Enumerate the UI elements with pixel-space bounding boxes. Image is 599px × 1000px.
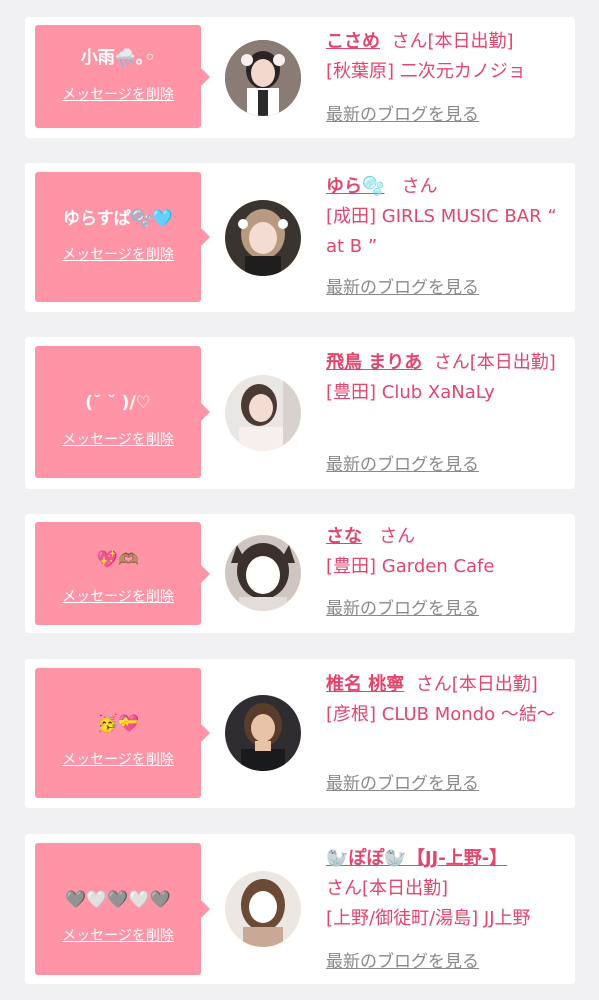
honorific: さん bbox=[415, 674, 452, 695]
honorific: さん bbox=[379, 526, 416, 547]
avatar-image bbox=[225, 200, 301, 276]
honorific: さん bbox=[326, 878, 362, 899]
cast-info: こさめ さん[本日出勤] [秋葉原] 二次元カノジョ bbox=[326, 27, 566, 87]
shop-name: [彦根] CLUB Mondo 〜結〜 bbox=[326, 704, 555, 725]
message-card: ゆらすぱ🫧🩵 メッセージを削除 ゆら🫧 さん [成田] GIRLS MUSIC … bbox=[25, 163, 575, 312]
avatar-image bbox=[225, 535, 301, 611]
avatar[interactable] bbox=[225, 695, 301, 771]
cast-name-link[interactable]: こさめ bbox=[326, 31, 380, 52]
shop-name: [豊田] Club XaNaLy bbox=[326, 382, 495, 403]
message-bubble: 小雨🌧️｡◦ メッセージを削除 bbox=[35, 25, 210, 128]
on-duty-badge: [本日出勤] bbox=[451, 674, 538, 695]
message-text: ゆらすぱ🫧🩵 bbox=[63, 209, 173, 229]
cast-info: 飛鳥 まりあ さん[本日出勤] [豊田] Club XaNaLy bbox=[326, 348, 566, 408]
cast-info: 🦭ぽぽ🦭【JJ-上野-】 さん[本日出勤] [上野/御徒町/湯島] JJ上野 bbox=[326, 844, 566, 934]
cast-info: 椎名 桃寧 さん[本日出勤] [彦根] CLUB Mondo 〜結〜 bbox=[326, 670, 566, 730]
message-card: 🥳💝 メッセージを削除 椎名 桃寧 さん[本日出勤] [彦根] CLUB Mon… bbox=[25, 659, 575, 808]
avatar[interactable] bbox=[225, 200, 301, 276]
cast-name-link[interactable]: さな bbox=[326, 526, 362, 547]
message-text: 🩶🤍🩶🤍🩶 bbox=[65, 890, 171, 910]
shop-name: [成田] GIRLS MUSIC BAR “ at B ” bbox=[326, 206, 557, 257]
latest-blog-link[interactable]: 最新のブログを見る bbox=[326, 951, 479, 973]
message-bubble: 🥳💝 メッセージを削除 bbox=[35, 668, 210, 798]
message-bubble: ゆらすぱ🫧🩵 メッセージを削除 bbox=[35, 172, 210, 302]
cast-name-link[interactable]: 椎名 桃寧 bbox=[326, 674, 404, 695]
message-text: 🥳💝 bbox=[96, 714, 140, 734]
cast-name-link[interactable]: ゆら🫧 bbox=[326, 176, 384, 197]
message-bubble: 🩶🤍🩶🤍🩶 メッセージを削除 bbox=[35, 843, 210, 975]
cast-name-link[interactable]: 飛鳥 まりあ bbox=[326, 352, 422, 373]
message-text: 小雨🌧️｡◦ bbox=[80, 48, 156, 68]
message-bubble: (˘ ˘ )/♡ メッセージを削除 bbox=[35, 346, 210, 478]
message-card: 💖🫶🏽 メッセージを削除 さな さん [豊田] Garden Cafe 最新のブ… bbox=[25, 514, 575, 633]
latest-blog-link[interactable]: 最新のブログを見る bbox=[326, 454, 479, 476]
message-card: 🩶🤍🩶🤍🩶 メッセージを削除 🦭ぽぽ🦭【JJ-上野-】 さん[本日出勤] [上野… bbox=[25, 834, 575, 984]
delete-message-link[interactable]: メッセージを削除 bbox=[35, 86, 201, 104]
avatar-image bbox=[225, 695, 301, 771]
latest-blog-link[interactable]: 最新のブログを見る bbox=[326, 773, 479, 795]
on-duty-badge: [本日出勤] bbox=[362, 878, 449, 899]
message-card: 小雨🌧️｡◦ メッセージを削除 こさめ さん[本日出勤] [秋葉原] 二次元カノ… bbox=[25, 17, 575, 138]
avatar-image bbox=[225, 40, 301, 116]
latest-blog-link[interactable]: 最新のブログを見る bbox=[326, 104, 479, 126]
delete-message-link[interactable]: メッセージを削除 bbox=[35, 246, 201, 264]
delete-message-link[interactable]: メッセージを削除 bbox=[35, 588, 201, 606]
avatar-image bbox=[225, 375, 301, 451]
latest-blog-link[interactable]: 最新のブログを見る bbox=[326, 598, 479, 620]
delete-message-link[interactable]: メッセージを削除 bbox=[35, 927, 201, 945]
avatar[interactable] bbox=[225, 871, 301, 947]
cast-info: ゆら🫧 さん [成田] GIRLS MUSIC BAR “ at B ” bbox=[326, 172, 566, 262]
cast-info: さな さん [豊田] Garden Cafe bbox=[326, 522, 566, 582]
avatar[interactable] bbox=[225, 535, 301, 611]
on-duty-badge: [本日出勤] bbox=[427, 31, 514, 52]
on-duty-badge: [本日出勤] bbox=[469, 352, 556, 373]
cast-name-link[interactable]: 🦭ぽぽ🦭【JJ-上野-】 bbox=[326, 848, 507, 869]
avatar[interactable] bbox=[225, 375, 301, 451]
message-bubble: 💖🫶🏽 メッセージを削除 bbox=[35, 522, 210, 625]
message-card: (˘ ˘ )/♡ メッセージを削除 飛鳥 まりあ さん[本日出勤] [豊田] C… bbox=[25, 337, 575, 489]
shop-name: [上野/御徒町/湯島] JJ上野 bbox=[326, 908, 531, 929]
delete-message-link[interactable]: メッセージを削除 bbox=[35, 751, 201, 769]
honorific: さん bbox=[401, 176, 438, 197]
latest-blog-link[interactable]: 最新のブログを見る bbox=[326, 277, 479, 299]
message-text: 💖🫶🏽 bbox=[96, 550, 140, 570]
message-text: (˘ ˘ )/♡ bbox=[85, 393, 151, 413]
shop-name: [豊田] Garden Cafe bbox=[326, 556, 495, 577]
honorific: さん bbox=[433, 352, 470, 373]
avatar[interactable] bbox=[225, 40, 301, 116]
shop-name: [秋葉原] 二次元カノジョ bbox=[326, 61, 526, 82]
delete-message-link[interactable]: メッセージを削除 bbox=[35, 431, 201, 449]
honorific: さん bbox=[391, 31, 428, 52]
avatar-image bbox=[225, 871, 301, 947]
